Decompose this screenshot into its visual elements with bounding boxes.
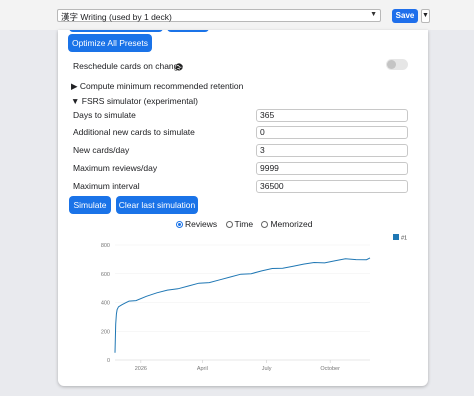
radio-time[interactable]: Time (225, 219, 254, 229)
maximum-reviews-per-day-label: Maximum reviews/day (73, 163, 158, 173)
radio-memorized-circle (261, 221, 269, 228)
maximum-interval-label: Maximum interval (73, 181, 140, 191)
radio-memorized[interactable]: Memorized (261, 219, 313, 229)
y-tick-label: 800 (101, 243, 110, 249)
days-to-simulate-input[interactable]: 365 (256, 109, 408, 122)
clear-last-simulation-button[interactable]: Clear last simulation (116, 196, 198, 214)
x-tick-label: 2026 (135, 366, 147, 372)
reschedule-toggle[interactable] (386, 59, 408, 70)
reschedule-cards-label: Reschedule cards on change (73, 61, 184, 71)
compute-retention-label: Compute minimum recommended retention (79, 81, 244, 91)
deck-preset-select[interactable]: 漢字 Writing (used by 1 deck) ▼ (57, 9, 381, 22)
additional-new-cards-label: Additional new cards to simulate (73, 127, 195, 137)
top-bar: 漢字 Writing (used by 1 deck) ▼ Save ▼ (0, 0, 474, 30)
simulation-chart: 0 200 400 600 800 2026 April July October #1 (101, 234, 407, 372)
days-to-simulate-label: Days to simulate (73, 110, 136, 120)
simulate-button[interactable]: Simulate (69, 196, 111, 214)
deck-preset-select-value: 漢字 Writing (used by 1 deck) (61, 12, 172, 22)
fsrs-simulator-toggle[interactable]: ▼ FSRS simulator (experimental) (71, 96, 198, 106)
radio-reviews-circle (176, 221, 183, 228)
optimize-all-presets-button[interactable]: Optimize All Presets (68, 34, 152, 52)
x-tick-label: April (197, 366, 208, 372)
fsrs-simulator-label: FSRS simulator (experimental) (81, 96, 198, 106)
globe-icon[interactable] (175, 63, 183, 71)
save-options-chevron-icon[interactable]: ▼ (421, 9, 430, 23)
options-panel: Optimize All Presets Reschedule cards on… (58, 30, 428, 386)
new-cards-per-day-label: New cards/day (73, 145, 130, 155)
maximum-reviews-per-day-input[interactable]: 9999 (256, 162, 408, 175)
series-line-1 (114, 257, 371, 353)
toggle-knob (387, 60, 396, 69)
partial-button-left[interactable] (69, 30, 163, 32)
x-tick-label: July (262, 366, 272, 372)
compute-retention-toggle[interactable]: ▶ Compute minimum recommended retention (71, 81, 243, 92)
new-cards-per-day-input[interactable]: 3 (256, 144, 408, 157)
y-tick-label: 0 (107, 358, 110, 364)
save-button[interactable]: Save (392, 9, 418, 23)
additional-new-cards-input[interactable]: 0 (256, 126, 408, 139)
legend-label-1: #1 (401, 236, 407, 242)
radio-memorized-label: Memorized (270, 219, 313, 229)
maximum-interval-input[interactable]: 36500 (256, 180, 408, 193)
chart-mode-radio-group: Reviews Time Memorized (176, 219, 319, 229)
x-tick-label: October (320, 366, 340, 372)
radio-reviews[interactable]: Reviews (176, 219, 217, 229)
partial-button-right[interactable] (167, 30, 209, 32)
chevron-down-icon: ▼ (370, 11, 377, 18)
legend-swatch-1 (393, 234, 399, 240)
y-tick-label: 600 (101, 272, 110, 278)
radio-reviews-label: Reviews (185, 219, 218, 229)
caret-down-icon: ▼ (71, 96, 80, 106)
radio-time-circle (225, 221, 233, 228)
y-tick-label: 200 (101, 329, 110, 335)
radio-time-label: Time (234, 219, 254, 229)
caret-right-icon: ▶ (71, 81, 78, 91)
y-tick-label: 400 (101, 301, 110, 307)
